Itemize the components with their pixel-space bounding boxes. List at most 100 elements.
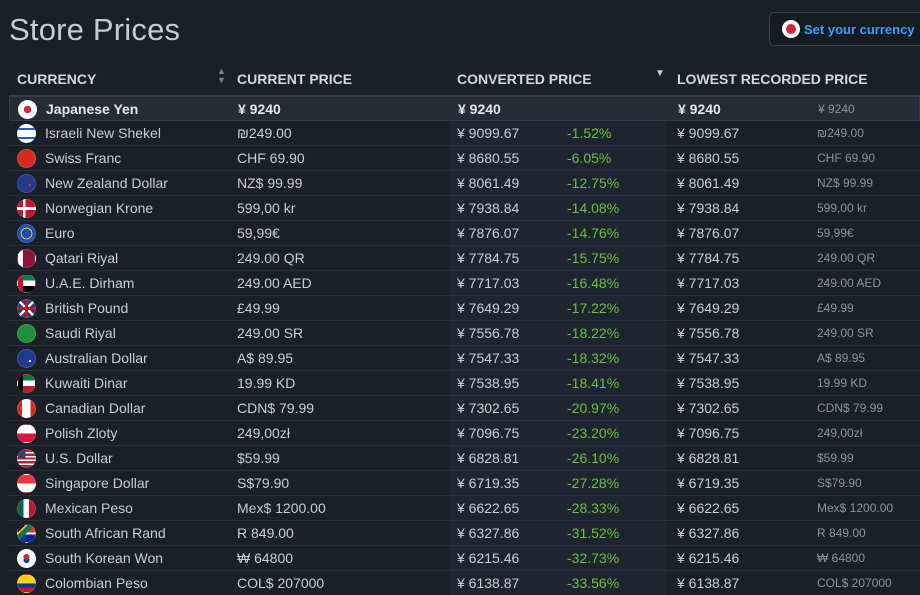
converted-price: ¥ 7556.78 [457,325,520,341]
currency-name: Mexican Peso [45,500,133,516]
table-row: Colombian Peso COL$ 207000 ¥ 6138.87 -33.56… [9,571,920,595]
lowest-recorded-price: ¥ 7938.84 [677,200,740,216]
price-difference-percent: -14.08% [567,200,620,216]
qa-flag-icon [17,249,36,268]
table-row: South Korean Won ₩ 64800 ¥ 6215.46 -32.73% ¥… [9,546,920,571]
table-row: Qatari Riyal 249.00 QR ¥ 7784.75 -15.75% ¥ 7… [9,246,920,271]
converted-price: ¥ 6828.81 [457,450,520,466]
converted-price: ¥ 7649.29 [457,300,520,316]
lowest-recorded-price-local: 59,99€ [817,226,854,240]
price-difference-percent: -15.75% [567,250,620,266]
price-difference-percent: -26.10% [567,450,620,466]
price-difference-percent: -32.73% [567,550,620,566]
za-flag-icon [17,524,36,543]
current-price: 249.00 QR [237,250,305,266]
japan-flag-icon [782,20,800,38]
us-flag-icon [17,449,36,468]
lowest-recorded-price: ¥ 9099.67 [677,125,740,141]
table-row: U.A.E. Dirham 249.00 AED ¥ 7717.03 -16.48% ¥… [9,271,920,296]
set-currency-button[interactable]: Set your currency [769,12,920,46]
lowest-recorded-price: ¥ 7876.07 [677,225,740,241]
current-price: 19.99 KD [237,375,296,391]
lowest-recorded-price: ¥ 7649.29 [677,300,740,316]
current-price: NZ$ 99.99 [237,175,303,191]
lowest-recorded-price: ¥ 7556.78 [677,325,740,341]
lowest-recorded-price: ¥ 6828.81 [677,450,740,466]
price-difference-percent: -12.75% [567,175,620,191]
price-difference-percent: -18.22% [567,325,620,341]
lowest-recorded-price-local: ₪249.00 [817,126,864,140]
jp-flag-icon [18,100,37,119]
price-difference-percent: -33.56% [567,575,620,591]
current-price: 249.00 SR [237,325,304,341]
converted-price: ¥ 9099.67 [457,125,520,141]
price-difference-percent: -18.32% [567,350,620,366]
page-title: Store Prices [9,12,181,47]
current-price: CHF 69.90 [237,150,305,166]
current-price: 59,99€ [237,225,280,241]
lowest-recorded-price: ¥ 7538.95 [677,375,740,391]
table-row: Norwegian Krone 599,00 kr ¥ 7938.84 -14.08%… [9,196,920,221]
lowest-recorded-price-local: ₩ 64800 [817,551,866,565]
lowest-recorded-price: ¥ 6215.46 [677,550,740,566]
lowest-recorded-price-local: R 849.00 [817,526,866,540]
column-header-currency-label: CURRENCY [17,70,97,87]
converted-price: ¥ 6719.35 [457,475,520,491]
column-header-converted-price-label: CONVERTED PRICE [457,70,592,87]
table-row: British Pound £49.99 ¥ 7649.29 -17.22% ¥ 764… [9,296,920,321]
currency-name: Euro [45,225,75,241]
column-header-lowest-recorded-price[interactable]: LOWEST RECORDED PRICE [677,71,868,87]
currency-name: South Korean Won [45,550,164,566]
converted-price: ¥ 6327.86 [457,525,520,541]
lowest-recorded-price-local: CDN$ 79.99 [817,401,884,415]
table-row: Saudi Riyal 249.00 SR ¥ 7556.78 -18.22% ¥ 75… [9,321,920,346]
converted-price: ¥ 7302.65 [457,400,520,416]
kw-flag-icon [17,374,36,393]
price-difference-percent: -20.97% [567,400,620,416]
lowest-recorded-price: ¥ 7784.75 [677,250,740,266]
converted-price: ¥ 6138.87 [457,575,520,591]
current-price: ¥ 9240 [238,101,281,117]
lowest-recorded-price: ¥ 6622.65 [677,500,740,516]
lowest-recorded-price: ¥ 7096.75 [677,425,740,441]
currency-name: Polish Zloty [45,425,118,441]
lowest-recorded-price: ¥ 6138.87 [677,575,740,591]
price-difference-percent: -17.22% [567,300,620,316]
converted-price: ¥ 7938.84 [457,200,520,216]
column-header-lowest-price-label: LOWEST RECORDED PRICE [677,70,868,87]
table-header: CURRENCY ▲ ▼ CURRENT PRICE CONVERTED PRIC… [9,62,920,96]
lowest-recorded-price-local: 249.00 SR [817,326,874,340]
lowest-recorded-price-local: £49.99 [817,301,854,315]
current-price: ₪249.00 [237,125,292,141]
column-header-currency[interactable]: CURRENCY ▲ ▼ [17,66,229,87]
table-row: Japanese Yen ¥ 9240 ¥ 9240 ¥ 9240 ¥ 9240 [9,96,920,121]
currency-name: Australian Dollar [45,350,148,366]
price-difference-percent: -6.05% [567,150,612,166]
converted-price: ¥ 7538.95 [457,375,520,391]
converted-price: ¥ 7717.03 [457,275,520,291]
sort-descending-icon: ▼ [655,67,665,79]
table-row: Canadian Dollar CDN$ 79.99 ¥ 7302.65 -20.97… [9,396,920,421]
gb-flag-icon [17,299,36,318]
price-difference-percent: -18.41% [567,375,620,391]
lowest-recorded-price-local: S$79.90 [817,476,862,490]
column-header-current-price[interactable]: CURRENT PRICE [237,71,352,87]
no-flag-icon [17,199,36,218]
ae-flag-icon [17,274,36,293]
converted-price: ¥ 7547.33 [457,350,520,366]
converted-price: ¥ 9240 [458,101,501,117]
currency-name: Canadian Dollar [45,400,146,416]
pl-flag-icon [17,424,36,443]
current-price: S$79.90 [237,475,290,491]
lowest-recorded-price-local: 599,00 kr [817,201,868,215]
lowest-recorded-price-local: $59.99 [817,451,854,465]
price-difference-percent: -14.76% [567,225,620,241]
current-price: 599,00 kr [237,200,296,216]
eu-flag-icon [17,224,36,243]
currency-name: U.S. Dollar [45,450,113,466]
currency-name: Saudi Riyal [45,325,116,341]
currency-name: Kuwaiti Dinar [45,375,128,391]
currency-name: Japanese Yen [46,101,139,117]
kr-flag-icon [17,549,36,568]
column-header-converted-price[interactable]: CONVERTED PRICE ▼ [457,67,667,87]
